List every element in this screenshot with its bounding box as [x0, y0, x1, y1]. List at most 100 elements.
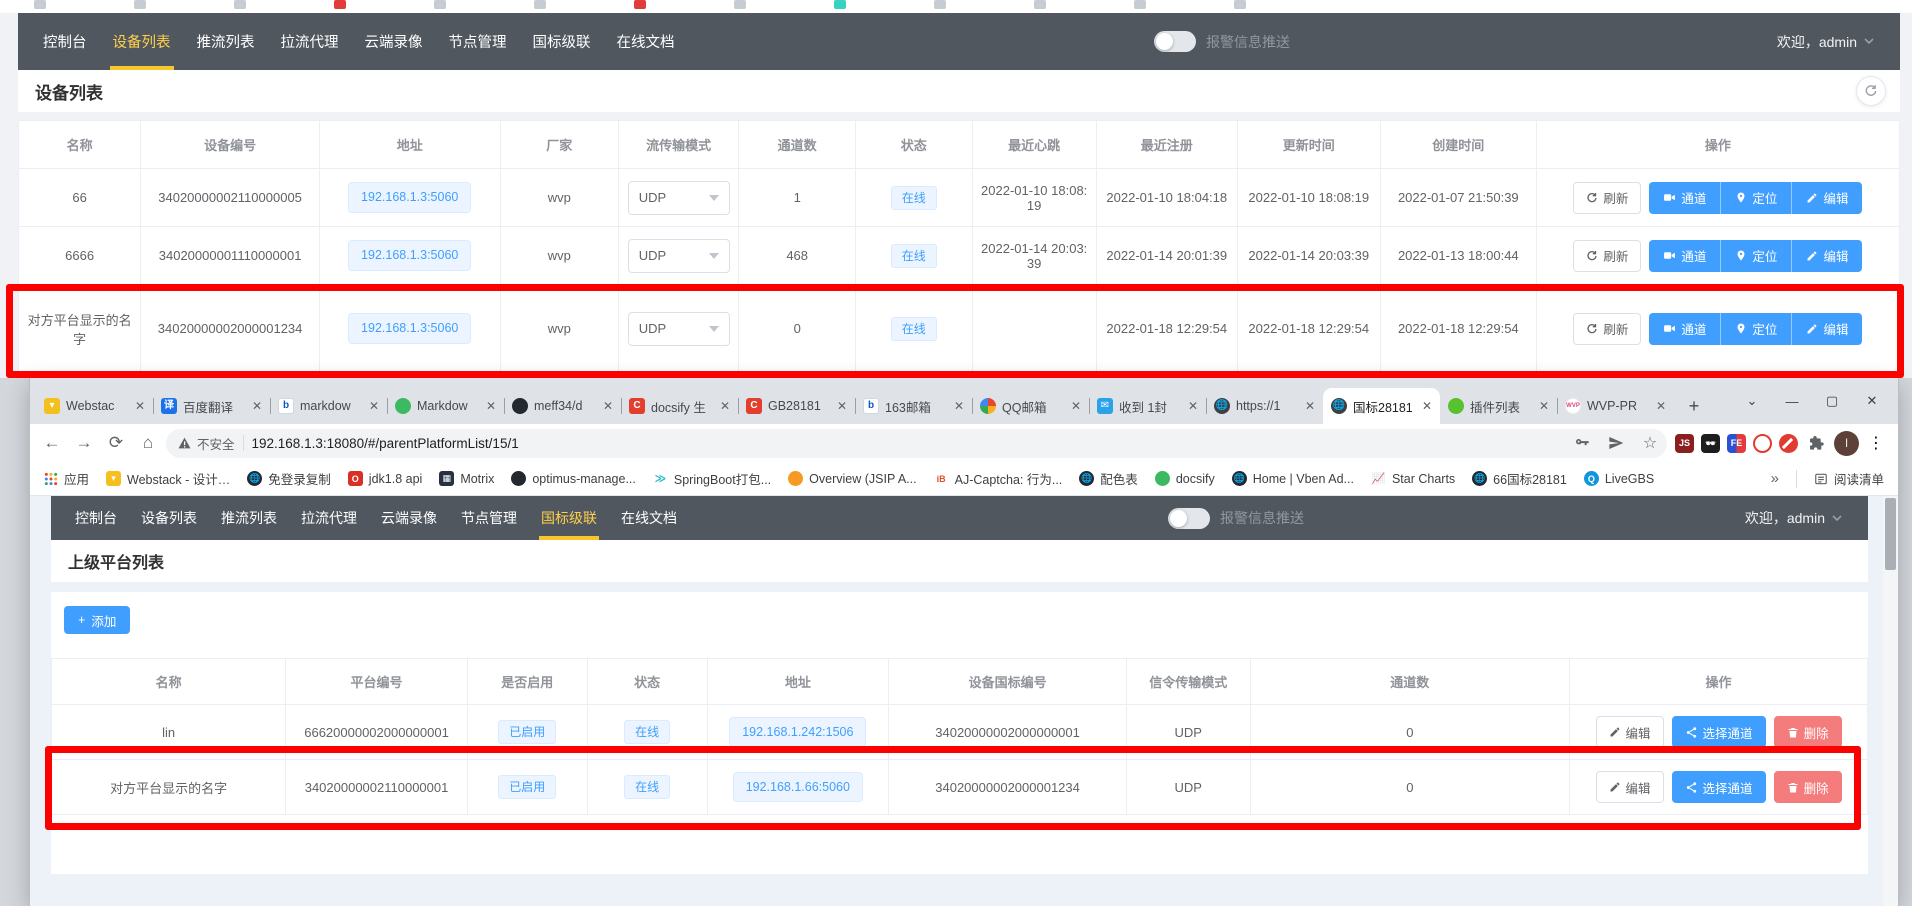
close-tab-icon[interactable]: ✕: [1071, 399, 1081, 413]
bookmark-aj-captcha[interactable]: iBAJ-Captcha: 行为...: [934, 469, 1063, 488]
close-tab-icon[interactable]: ✕: [1188, 399, 1198, 413]
nav-tab-node-manage[interactable]: 节点管理: [449, 496, 529, 540]
browser-tab-github[interactable]: meff34/d✕: [504, 388, 621, 424]
adblock-extension-icon[interactable]: [1779, 434, 1798, 453]
page-scrollbar[interactable]: [1883, 496, 1898, 906]
extensions-puzzle-icon[interactable]: [1805, 432, 1827, 454]
bookmark-star-icon[interactable]: ☆: [1637, 430, 1663, 456]
browser-tab-plugin-list[interactable]: 插件列表✕: [1440, 388, 1557, 424]
user-menu[interactable]: 欢迎，admin: [1745, 508, 1842, 528]
channel-button[interactable]: 通道: [1649, 182, 1720, 214]
channel-button[interactable]: 通道: [1649, 313, 1720, 345]
address-tag[interactable]: 192.168.1.66:5060: [733, 772, 863, 803]
forward-button[interactable]: →: [70, 429, 98, 457]
refresh-button[interactable]: 刷新: [1573, 240, 1641, 272]
stream-mode-select[interactable]: UDP: [628, 239, 730, 273]
select-channel-button[interactable]: 选择通道: [1672, 716, 1766, 748]
bookmark-livegbs[interactable]: QLiveGBS: [1584, 471, 1654, 486]
refresh-button[interactable]: 刷新: [1573, 182, 1641, 214]
add-platform-button[interactable]: +添加: [64, 606, 130, 634]
nav-tab-device-list[interactable]: 设备列表: [100, 13, 184, 70]
new-tab-button[interactable]: +: [1680, 392, 1708, 420]
close-tab-icon[interactable]: ✕: [135, 399, 145, 413]
locate-button[interactable]: 定位: [1720, 313, 1791, 345]
bookmark-optimus[interactable]: optimus-manage...: [511, 471, 636, 486]
scrollbar-thumb[interactable]: [1885, 498, 1896, 570]
edit-button[interactable]: 编辑: [1791, 313, 1862, 345]
bookmark-docsify[interactable]: docsify: [1155, 471, 1215, 486]
nav-tab-gb-cascade[interactable]: 国标级联: [529, 496, 609, 540]
reading-list-button[interactable]: 阅读清单: [1814, 469, 1884, 488]
browser-tab-163mail[interactable]: b163邮箱✕: [855, 388, 972, 424]
close-tab-icon[interactable]: ✕: [1656, 399, 1666, 413]
bookmark-overview-jsip[interactable]: Overview (JSIP A...: [788, 471, 916, 486]
nav-tab-online-doc[interactable]: 在线文档: [609, 496, 689, 540]
browser-tab-mail-notice[interactable]: ✉收到 1封✕: [1089, 388, 1206, 424]
tab-search-icon[interactable]: ⌄: [1732, 378, 1772, 424]
close-tab-icon[interactable]: ✕: [1305, 399, 1315, 413]
bookmark-color-table[interactable]: 🌐配色表: [1079, 469, 1138, 488]
refresh-page-button[interactable]: [1856, 76, 1886, 106]
edit-button[interactable]: 编辑: [1596, 716, 1664, 748]
bookmark-apps[interactable]: 应用: [44, 469, 89, 488]
back-button[interactable]: ←: [38, 429, 66, 457]
profile-avatar[interactable]: I: [1834, 431, 1859, 456]
bookmark-motrix[interactable]: ▦Motrix: [439, 471, 494, 486]
fe-extension-icon[interactable]: FE: [1727, 434, 1746, 453]
browser-menu-icon[interactable]: ⋮: [1866, 432, 1886, 454]
browser-tab-wvp-pro[interactable]: WVPWVP-PR✕: [1557, 388, 1674, 424]
bookmark-gb28181[interactable]: 🌐66国标28181: [1472, 469, 1567, 488]
refresh-button[interactable]: 刷新: [1573, 313, 1641, 345]
js-extension-icon[interactable]: JS: [1675, 434, 1694, 453]
bookmark-springboot[interactable]: ≫SpringBoot打包...: [653, 469, 771, 488]
address-tag[interactable]: 192.168.1.3:5060: [348, 240, 471, 271]
browser-tab-webstack[interactable]: ▾Webstac✕: [36, 388, 153, 424]
close-tab-icon[interactable]: ✕: [369, 399, 379, 413]
reload-button[interactable]: ⟳: [102, 429, 130, 457]
close-tab-icon[interactable]: ✕: [1539, 399, 1549, 413]
close-window-button[interactable]: ✕: [1852, 378, 1892, 424]
browser-tab-baidu-translate[interactable]: 译百度翻译✕: [153, 388, 270, 424]
nav-tab-device-list[interactable]: 设备列表: [129, 496, 209, 540]
send-to-device-icon[interactable]: [1603, 430, 1629, 456]
channel-button[interactable]: 通道: [1649, 240, 1720, 272]
alarm-push-toggle[interactable]: [1168, 508, 1210, 529]
close-tab-icon[interactable]: ✕: [954, 399, 964, 413]
delete-button[interactable]: 删除: [1774, 716, 1842, 748]
nav-tab-console[interactable]: 控制台: [63, 496, 129, 540]
select-channel-button[interactable]: 选择通道: [1672, 771, 1766, 803]
user-menu[interactable]: 欢迎，admin: [1777, 32, 1874, 52]
nav-tab-gb-cascade[interactable]: 国标级联: [520, 13, 604, 70]
delete-button[interactable]: 删除: [1774, 771, 1842, 803]
bookmark-star-charts[interactable]: 📈Star Charts: [1371, 471, 1455, 486]
bookmarks-overflow-chevron[interactable]: »: [1771, 470, 1779, 487]
locate-button[interactable]: 定位: [1720, 182, 1791, 214]
robot-extension-icon[interactable]: 🕶: [1701, 434, 1720, 453]
home-button[interactable]: ⌂: [134, 429, 162, 457]
close-tab-icon[interactable]: ✕: [603, 399, 613, 413]
password-key-icon[interactable]: [1569, 430, 1595, 456]
edit-button[interactable]: 编辑: [1596, 771, 1664, 803]
stream-mode-select[interactable]: UDP: [628, 312, 730, 346]
maximize-button[interactable]: ▢: [1812, 378, 1852, 424]
minimize-button[interactable]: —: [1772, 378, 1812, 424]
edit-button[interactable]: 编辑: [1791, 182, 1862, 214]
nav-tab-push-list[interactable]: 推流列表: [184, 13, 268, 70]
close-tab-icon[interactable]: ✕: [1422, 399, 1432, 413]
nav-tab-online-doc[interactable]: 在线文档: [604, 13, 688, 70]
browser-tab-docsify[interactable]: Cdocsify 生✕: [621, 388, 738, 424]
browser-tab-https[interactable]: 🌐https://1✕: [1206, 388, 1323, 424]
bookmark-copy-free[interactable]: 🌐免登录复制: [247, 469, 331, 488]
nav-tab-node-manage[interactable]: 节点管理: [436, 13, 520, 70]
address-tag[interactable]: 192.168.1.3:5060: [348, 313, 471, 344]
close-tab-icon[interactable]: ✕: [486, 399, 496, 413]
browser-tab-markdown-1[interactable]: bmarkdow✕: [270, 388, 387, 424]
close-tab-icon[interactable]: ✕: [252, 399, 262, 413]
nav-tab-cloud-record[interactable]: 云端录像: [369, 496, 449, 540]
nav-tab-cloud-record[interactable]: 云端录像: [352, 13, 436, 70]
browser-tab-gb28181-active[interactable]: 🌐国标28181✕: [1323, 388, 1440, 424]
bookmark-vben[interactable]: 🌐Home | Vben Ad...: [1232, 471, 1354, 486]
close-tab-icon[interactable]: ✕: [837, 399, 847, 413]
nav-tab-pull-proxy[interactable]: 拉流代理: [268, 13, 352, 70]
address-tag[interactable]: 192.168.1.242:1506: [729, 717, 866, 748]
